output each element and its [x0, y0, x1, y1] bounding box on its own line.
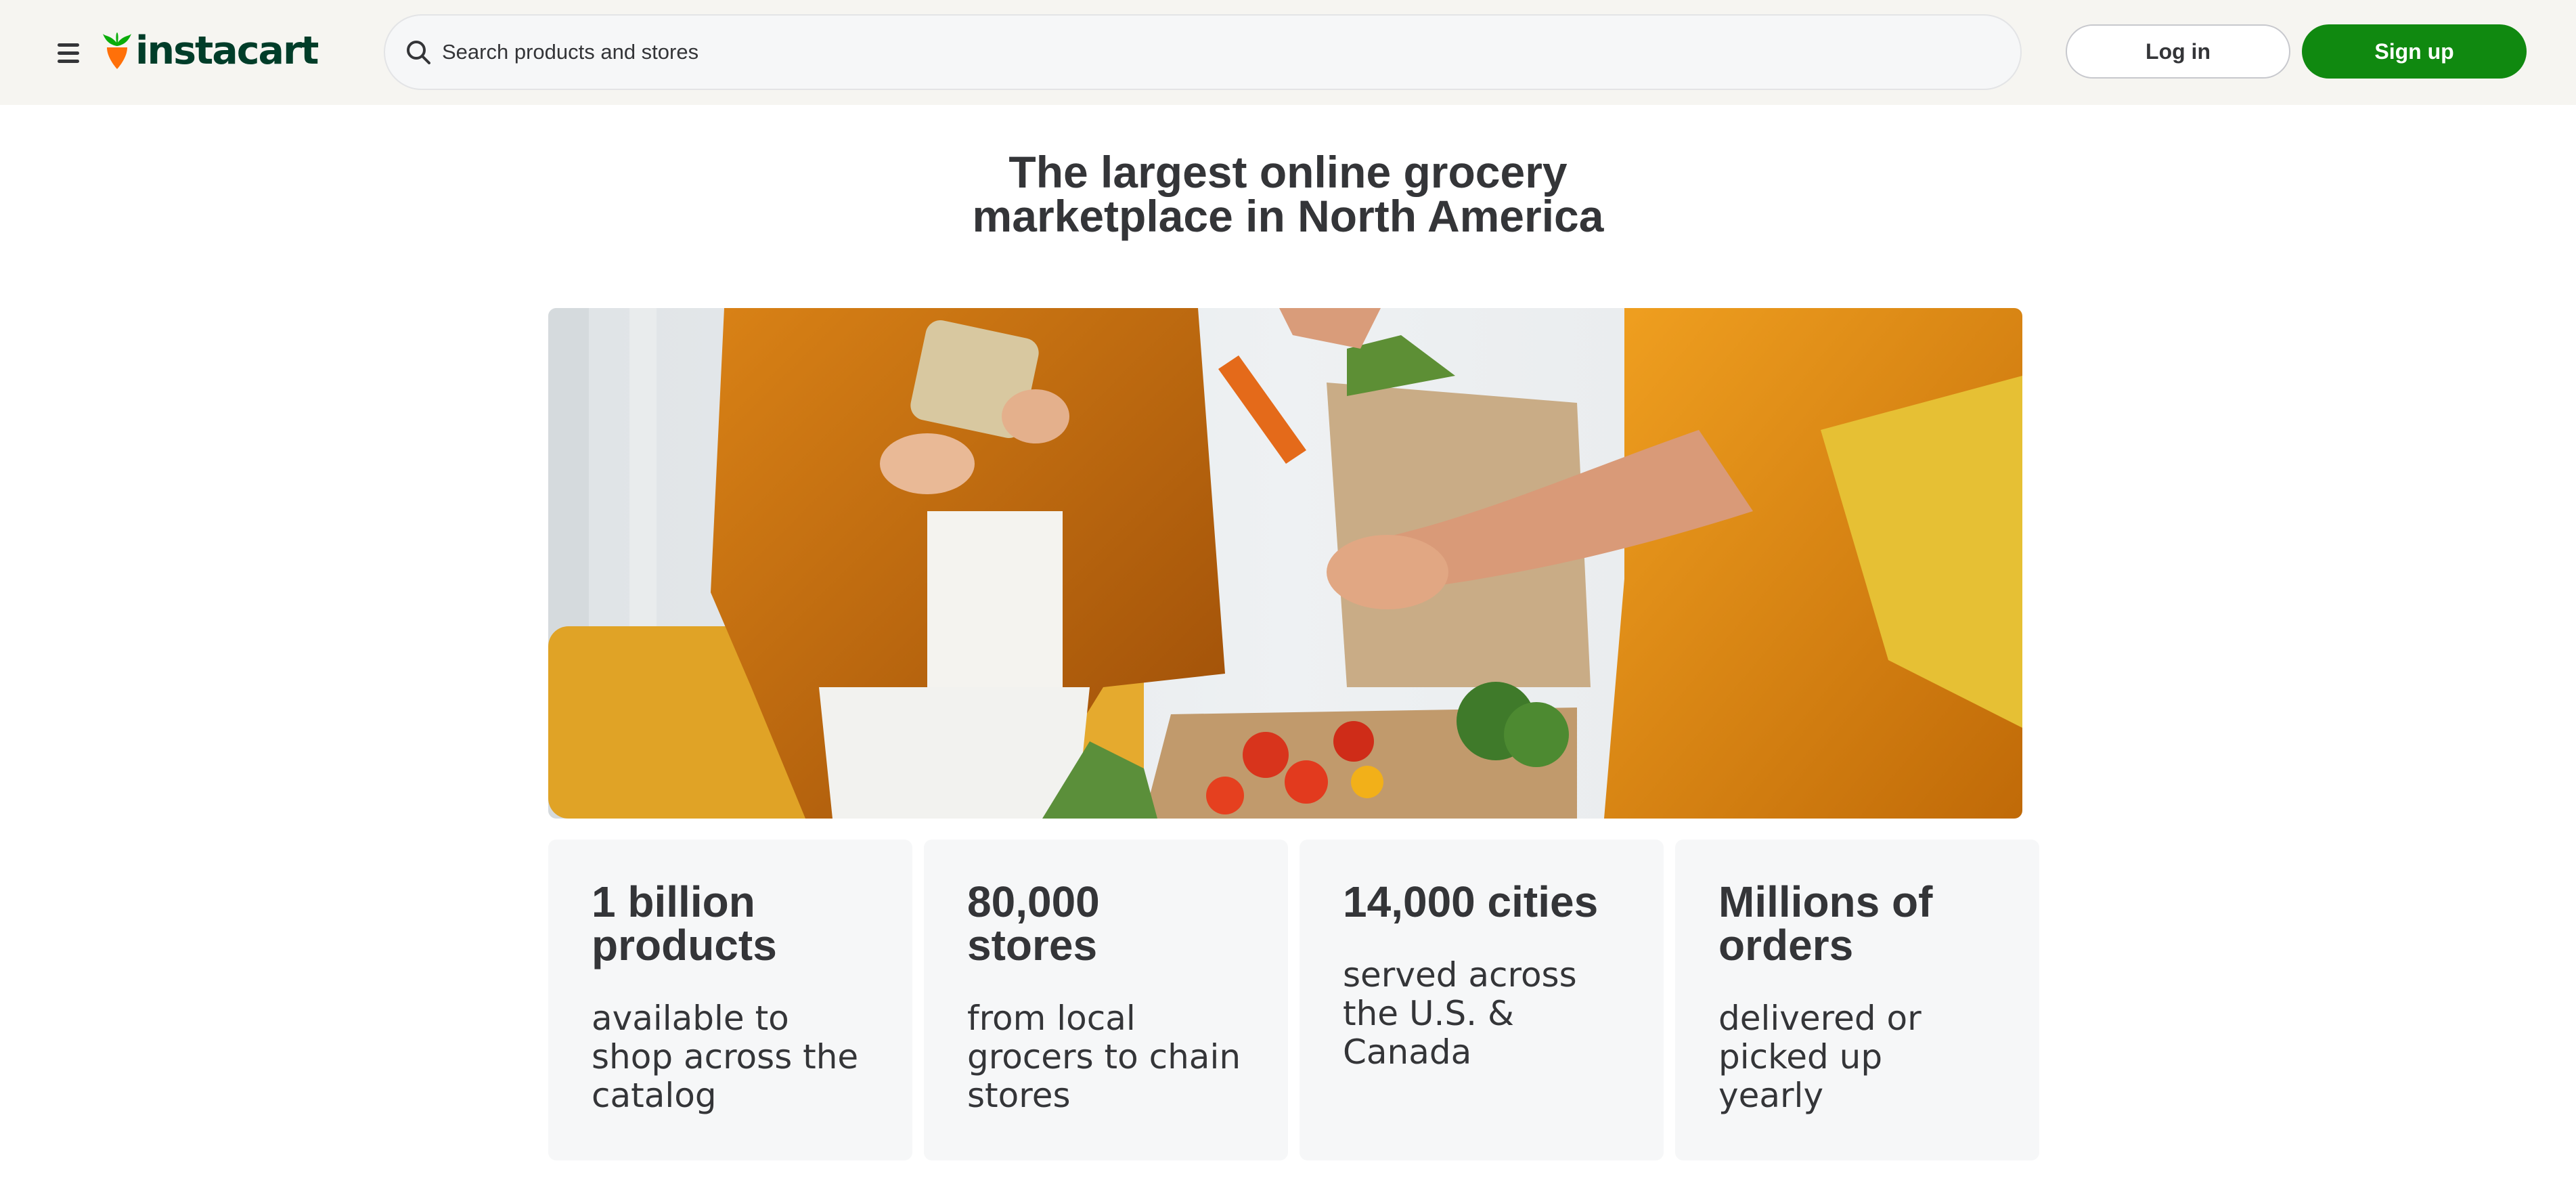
stat-card-products: 1 billion products available to shop acr…: [548, 840, 912, 1160]
page-title-line-1: The largest online grocery: [1008, 147, 1568, 197]
log-in-button[interactable]: Log in: [2066, 24, 2290, 79]
stat-card-stores: 80,000 stores from local grocers to chai…: [924, 840, 1288, 1160]
instacart-logo-link[interactable]: instacart: [102, 27, 319, 74]
stats-row: 1 billion products available to shop acr…: [548, 840, 2039, 1160]
stat-title: Millions of orders: [1718, 877, 1933, 970]
search-icon: [403, 37, 434, 68]
stat-card-orders: Millions of orders delivered or picked u…: [1675, 840, 2039, 1160]
hero-image-grocery-delivery: [548, 308, 2022, 819]
stat-card-cities: 14,000 cities served across the U.S. & C…: [1300, 840, 1664, 1160]
stat-description: from local grocers to chain stores: [967, 999, 1241, 1115]
page-title-line-2: marketplace in North America: [972, 191, 1604, 241]
search-input[interactable]: [441, 32, 1930, 72]
stat-description: served across the U.S. & Canada: [1343, 955, 1577, 1072]
logo-wordmark: instacart: [135, 28, 319, 73]
stat-title: 14,000 cities: [1343, 877, 1599, 926]
stat-title: 80,000 stores: [967, 877, 1100, 970]
stat-description: delivered or picked up yearly: [1718, 999, 1922, 1115]
page-title: The largest online grocery marketplace i…: [0, 150, 2576, 238]
top-nav-bar: instacart Log in Sign up: [0, 0, 2576, 105]
carrot-icon: [103, 32, 131, 69]
sign-up-button[interactable]: Sign up: [2302, 24, 2527, 79]
hamburger-menu-icon[interactable]: [53, 37, 84, 68]
menu-line: [58, 51, 79, 55]
stat-description: available to shop across the catalog: [592, 999, 859, 1115]
search-bar[interactable]: [384, 14, 2022, 90]
menu-line: [58, 59, 79, 63]
menu-line: [58, 43, 79, 47]
stat-title: 1 billion products: [592, 877, 777, 970]
